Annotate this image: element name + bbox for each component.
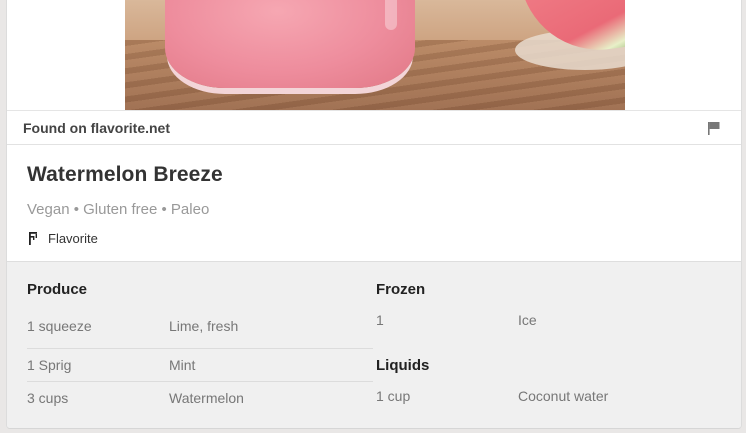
photo-drink-glass	[165, 0, 415, 88]
ingredient-qty: 1 Sprig	[27, 357, 72, 373]
section-title-liquids: Liquids	[376, 357, 430, 374]
ingredient-row: 1 Sprig Mint	[27, 348, 373, 381]
recipe-source-label: Flavorite	[48, 231, 98, 246]
recipe-photo[interactable]	[125, 0, 625, 110]
ingredient-name: Coconut water	[518, 388, 609, 404]
ingredients-column-right: Frozen 1 Ice Liquids 1 cup Coconut water	[376, 281, 722, 413]
flavorite-logo-icon	[27, 231, 39, 246]
ingredient-name: Watermelon	[169, 390, 244, 406]
ingredient-row: 1 cup Coconut water	[376, 385, 722, 413]
ingredient-qty: 1 squeeze	[27, 318, 92, 334]
recipe-tags: Vegan • Gluten free • Paleo	[27, 201, 210, 218]
recipe-source[interactable]: Flavorite	[27, 231, 721, 246]
recipe-card: Found on flavorite.net Watermelon Breeze…	[6, 0, 742, 429]
ingredient-qty: 1 cup	[376, 388, 411, 404]
ingredient-row: 1 squeeze Lime, fresh	[27, 315, 373, 348]
ingredient-qty: 3 cups	[27, 390, 69, 406]
liquids-list: 1 cup Coconut water	[376, 385, 722, 413]
found-on-link[interactable]: Found on flavorite.net	[23, 120, 170, 136]
found-on-bar: Found on flavorite.net	[7, 110, 741, 145]
produce-list: 1 squeeze Lime, fresh 1 Sprig Mint 3 cup…	[27, 315, 373, 414]
ingredient-name: Mint	[169, 357, 196, 373]
ingredient-name: Ice	[518, 312, 537, 328]
section-title-frozen: Frozen	[376, 281, 426, 298]
ingredients-panel: Produce 1 squeeze Lime, fresh 1 Sprig Mi…	[7, 261, 741, 428]
recipe-title: Watermelon Breeze	[27, 163, 223, 186]
flag-icon[interactable]	[707, 121, 721, 135]
recipe-header: Watermelon Breeze Vegan • Gluten free • …	[7, 145, 741, 261]
section-title-produce: Produce	[27, 281, 88, 298]
ingredient-row: 1 Ice	[376, 309, 722, 337]
ingredient-qty: 1	[376, 312, 384, 328]
ingredient-name: Lime, fresh	[169, 318, 239, 334]
frozen-list: 1 Ice	[376, 309, 722, 337]
ingredient-row: 3 cups Watermelon	[27, 381, 373, 414]
ingredients-column-left: Produce 1 squeeze Lime, fresh 1 Sprig Mi…	[27, 281, 373, 414]
